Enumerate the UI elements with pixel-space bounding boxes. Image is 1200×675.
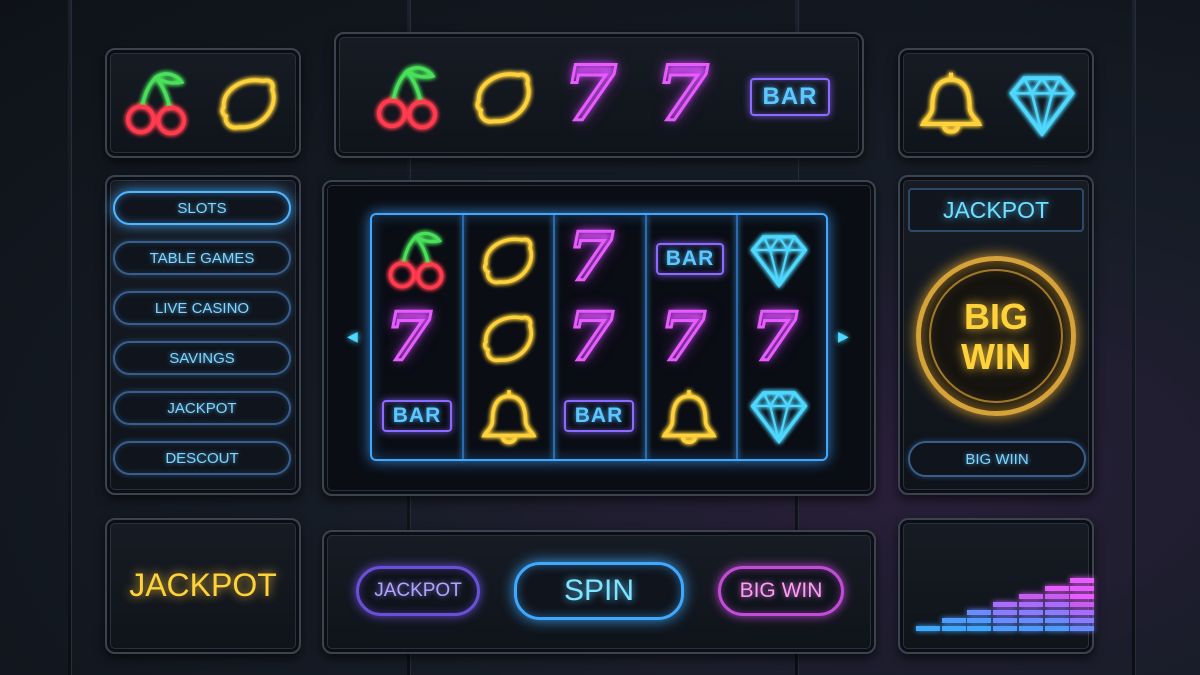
reel-divider: [736, 215, 738, 459]
reel-divider: [462, 215, 464, 459]
reel-left-arrow[interactable]: ◀: [347, 328, 358, 345]
equalizer-segment: [1044, 602, 1069, 607]
nav-jackpot-button[interactable]: JACKPOT: [113, 391, 291, 425]
diamond-icon: [746, 228, 812, 294]
top-left-reel-panel: [105, 48, 301, 158]
nav-descout-button[interactable]: DESCOUT: [113, 441, 291, 475]
equalizer-segment: [1044, 610, 1069, 615]
nav-slots-button[interactable]: SLOTS: [113, 191, 291, 225]
lemon-icon: [478, 308, 538, 368]
equalizer-segment: [993, 618, 1018, 623]
seven-icon: 7: [563, 49, 619, 138]
equalizer-segment: [993, 626, 1018, 631]
wall-seam: [1132, 0, 1135, 675]
equalizer-segment: [941, 626, 966, 631]
equalizer-segment: [1018, 594, 1043, 599]
lemon-icon: [470, 64, 536, 130]
equalizer-segment: [1044, 594, 1069, 599]
equalizer-segment: [1070, 594, 1095, 599]
reel-divider: [645, 215, 647, 459]
big-win-line2: WIN: [961, 336, 1031, 377]
bell-icon: [478, 386, 540, 448]
equalizer-segment: [941, 618, 966, 623]
wall-seam: [68, 0, 71, 675]
bar-icon: BAR: [656, 243, 724, 275]
equalizer-segment: [1044, 586, 1069, 591]
equalizer-segment: [1070, 602, 1095, 607]
equalizer-segment: [967, 610, 992, 615]
equalizer-segment: [1018, 602, 1043, 607]
cherry-icon: [121, 68, 191, 138]
seven-icon: 7: [567, 298, 616, 376]
reel-divider: [553, 215, 555, 459]
equalizer-segment: [1070, 586, 1095, 591]
seven-icon: 7: [659, 298, 708, 376]
seven-icon: 7: [751, 298, 800, 376]
bar-icon: BAR: [564, 400, 634, 432]
equalizer-segment: [993, 610, 1018, 615]
equalizer-bars: [898, 518, 1095, 654]
bottom-jackpot-label: JACKPOT: [129, 567, 277, 603]
equalizer-segment: [1070, 610, 1095, 615]
equalizer-segment: [1018, 626, 1043, 631]
nav-live-casino-button[interactable]: LIVE CASINO: [113, 291, 291, 325]
equalizer-segment: [1044, 626, 1069, 631]
equalizer-segment: [1044, 618, 1069, 623]
cherry-icon: [372, 62, 442, 132]
bar-icon: BAR: [382, 400, 452, 432]
seven-icon: 7: [567, 218, 616, 296]
bell-icon: [658, 386, 720, 448]
equalizer-segment: [1018, 610, 1043, 615]
reel-right-arrow[interactable]: ▶: [838, 328, 849, 345]
spin-button[interactable]: SPIN: [514, 562, 684, 620]
bar-icon: BAR: [750, 78, 830, 116]
nav-table-games-button[interactable]: TABLE GAMES: [113, 241, 291, 275]
top-center-reel-panel: 7 7 BAR: [334, 32, 864, 158]
big-win-button[interactable]: BIG WIIN: [908, 441, 1086, 477]
lemon-icon: [215, 70, 281, 136]
seven-icon: 7: [385, 298, 434, 376]
cherry-icon: [384, 228, 448, 292]
jackpot-button[interactable]: JACKPOT: [356, 566, 480, 616]
equalizer-segment: [993, 602, 1018, 607]
big-win-line1: BIG: [963, 296, 1028, 337]
diamond-icon: [1004, 68, 1080, 144]
diamond-icon: [746, 384, 812, 450]
equalizer-segment: [1070, 626, 1095, 631]
equalizer-segment: [1070, 618, 1095, 623]
bell-icon: [916, 68, 986, 138]
top-right-reel-panel: [898, 48, 1094, 158]
equalizer-segment: [967, 626, 992, 631]
lemon-icon: [478, 230, 538, 290]
big-win-control-button[interactable]: BIG WIN: [718, 566, 844, 616]
equalizer-segment: [1018, 618, 1043, 623]
equalizer-segment: [967, 618, 992, 623]
seven-icon: 7: [655, 49, 711, 138]
equalizer-segment: [1070, 578, 1095, 583]
equalizer-segment: [916, 626, 940, 631]
jackpot-title: JACKPOT: [908, 188, 1084, 232]
nav-savings-button[interactable]: SAVINGS: [113, 341, 291, 375]
